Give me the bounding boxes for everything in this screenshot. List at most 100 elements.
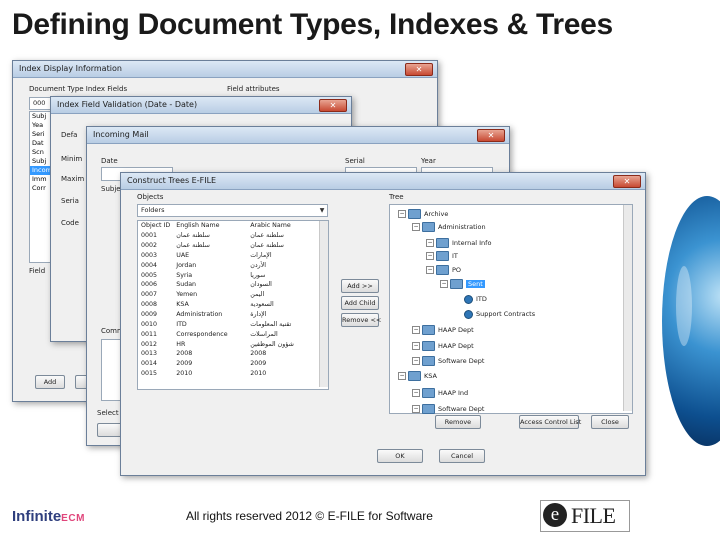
table-cell-en: UAE (176, 251, 190, 259)
objects-select[interactable]: Folders ▼ (137, 204, 328, 217)
table-cell-id: 0014 (141, 360, 158, 368)
construct-trees-title: Construct Trees E-FILE (127, 176, 217, 185)
folder-icon (436, 238, 449, 248)
table-cell-en: سلطنة عمان (176, 242, 210, 250)
tree-node[interactable]: − PO (426, 265, 461, 275)
tree-node-label: Software Dept (438, 357, 485, 365)
tree-node[interactable]: − Software Dept (412, 356, 484, 366)
expand-toggle-icon[interactable]: − (412, 223, 420, 231)
expand-toggle-icon[interactable]: − (398, 210, 406, 218)
date-label: Date (101, 157, 118, 165)
expand-toggle-icon[interactable]: − (412, 326, 420, 334)
folder-icon (422, 388, 435, 398)
table-cell-en: Jordan (176, 261, 197, 269)
table-row[interactable]: 0011 Correspondence المراسلات (138, 329, 297, 339)
table-cell-id: 0010 (141, 320, 158, 328)
tree-node[interactable]: − KSA (398, 371, 437, 381)
expand-toggle-icon[interactable]: − (426, 266, 434, 274)
folder-icon (408, 209, 421, 219)
tree-node[interactable]: − Archive (398, 209, 448, 219)
tree-panel[interactable]: − Archive − Administration − Internal Info − IT… (389, 204, 633, 414)
chevron-down-icon: ▼ (319, 207, 325, 214)
tree-scrollbar[interactable] (623, 205, 632, 411)
table-row[interactable]: 0004 Jordan الأردن (138, 260, 297, 270)
table-row[interactable]: 0012 HR شؤون الموظفين (138, 339, 297, 349)
ok-button[interactable]: OK (377, 449, 423, 463)
minimum-label: Minim (61, 155, 83, 163)
validation-title: Index Field Validation (Date - Date) (57, 100, 198, 109)
table-row[interactable]: 0014 2009 2009 (138, 359, 297, 369)
table-row[interactable]: 0007 Yemen اليمن (138, 290, 297, 300)
expand-toggle-icon[interactable]: − (412, 389, 420, 397)
tree-node[interactable]: − Software Dept (412, 404, 484, 414)
table-row[interactable]: 0015 2010 2010 (138, 369, 297, 379)
logo-accent-text: ECM (61, 513, 85, 524)
document-icon (464, 309, 473, 319)
serial-label: Serial (345, 157, 365, 165)
objects-scrollbar[interactable] (319, 221, 328, 387)
table-cell-ar: اليمن (250, 291, 265, 299)
folder-icon (436, 265, 449, 275)
table-cell-ar: 2010 (250, 370, 267, 378)
table-row[interactable]: 0005 Syria سوريا (138, 270, 297, 280)
field-attributes-label: Field attributes (227, 85, 280, 93)
table-cell-en: Syria (176, 271, 193, 279)
expand-toggle-icon[interactable]: − (412, 405, 420, 413)
remove-object-button[interactable]: Remove << (341, 313, 381, 327)
tree-node[interactable]: − Administration (412, 222, 486, 232)
tree-node[interactable]: − IT (426, 251, 458, 261)
tree-node[interactable]: Support Contracts (454, 309, 535, 319)
expand-toggle-icon[interactable]: − (426, 252, 434, 260)
table-cell-en: سلطنة عمان (176, 232, 210, 240)
close-icon[interactable]: ✕ (613, 175, 641, 188)
tree-node-label: HAAP Ind (438, 389, 469, 397)
add-button[interactable]: Add (35, 375, 65, 389)
table-row[interactable]: 0008 KSA السعودية (138, 300, 297, 310)
table-row[interactable]: 0002 سلطنة عمان سلطنة عمان (138, 241, 297, 251)
tree-node-label: Software Dept (438, 405, 485, 413)
access-control-button[interactable]: Access Control List (519, 415, 581, 429)
close-icon[interactable]: ✕ (319, 99, 347, 112)
cancel-button[interactable]: Cancel (439, 449, 485, 463)
column-header-english-name[interactable]: English Name (173, 221, 247, 231)
table-row[interactable]: 0009 Administration الإدارة (138, 310, 297, 320)
column-header-object-id[interactable]: Object ID (138, 221, 173, 231)
tree-node[interactable]: − Internal Info (426, 238, 491, 248)
expand-toggle-icon[interactable]: − (426, 239, 434, 247)
table-cell-en: Yemen (176, 291, 198, 299)
table-cell-id: 0002 (141, 242, 158, 250)
tree-node[interactable]: ITD (454, 294, 487, 304)
slide-title: Defining Document Types, Indexes & Trees (12, 8, 613, 41)
field-label: Field (29, 267, 46, 275)
tree-node-label: ITD (476, 295, 487, 303)
close-icon[interactable]: ✕ (405, 63, 433, 76)
index-display-title: Index Display Information (19, 64, 122, 73)
code-label: Code (61, 219, 79, 227)
tree-node[interactable]: − HAAP Dept (412, 325, 474, 335)
add-button[interactable]: Add >> (341, 279, 379, 293)
table-cell-ar: المراسلات (250, 330, 278, 338)
table-row[interactable]: 0001 سلطنة عمان سلطنة عمان (138, 231, 297, 241)
close-button[interactable]: Close (591, 415, 629, 429)
expand-toggle-icon[interactable]: − (440, 280, 448, 288)
column-header-arabic-name[interactable]: Arabic Name (247, 221, 297, 231)
tree-node[interactable]: − HAAP Ind (412, 388, 468, 398)
table-row[interactable]: 0006 Sudan السودان (138, 280, 297, 290)
table-cell-id: 0006 (141, 281, 158, 289)
globe-shine (676, 266, 692, 346)
add-child-button[interactable]: Add Child (341, 296, 379, 310)
tree-node[interactable]: − Sent (440, 279, 485, 289)
expand-toggle-icon[interactable]: − (412, 342, 420, 350)
tree-node[interactable]: − HAAP Dept (412, 341, 474, 351)
table-cell-en: HR (176, 340, 186, 348)
expand-toggle-icon[interactable]: − (412, 357, 420, 365)
table-cell-ar: سلطنة عمان (250, 242, 284, 250)
table-cell-ar: السعودية (250, 301, 274, 309)
table-row[interactable]: 0010 ITD تقنية المعلومات (138, 319, 297, 329)
close-icon[interactable]: ✕ (477, 129, 505, 142)
remove-node-button[interactable]: Remove (435, 415, 481, 429)
table-row[interactable]: 0003 UAE الإمارات (138, 251, 297, 261)
table-cell-id: 0015 (141, 370, 158, 378)
table-row[interactable]: 0013 2008 2008 (138, 349, 297, 359)
expand-toggle-icon[interactable]: − (398, 372, 406, 380)
